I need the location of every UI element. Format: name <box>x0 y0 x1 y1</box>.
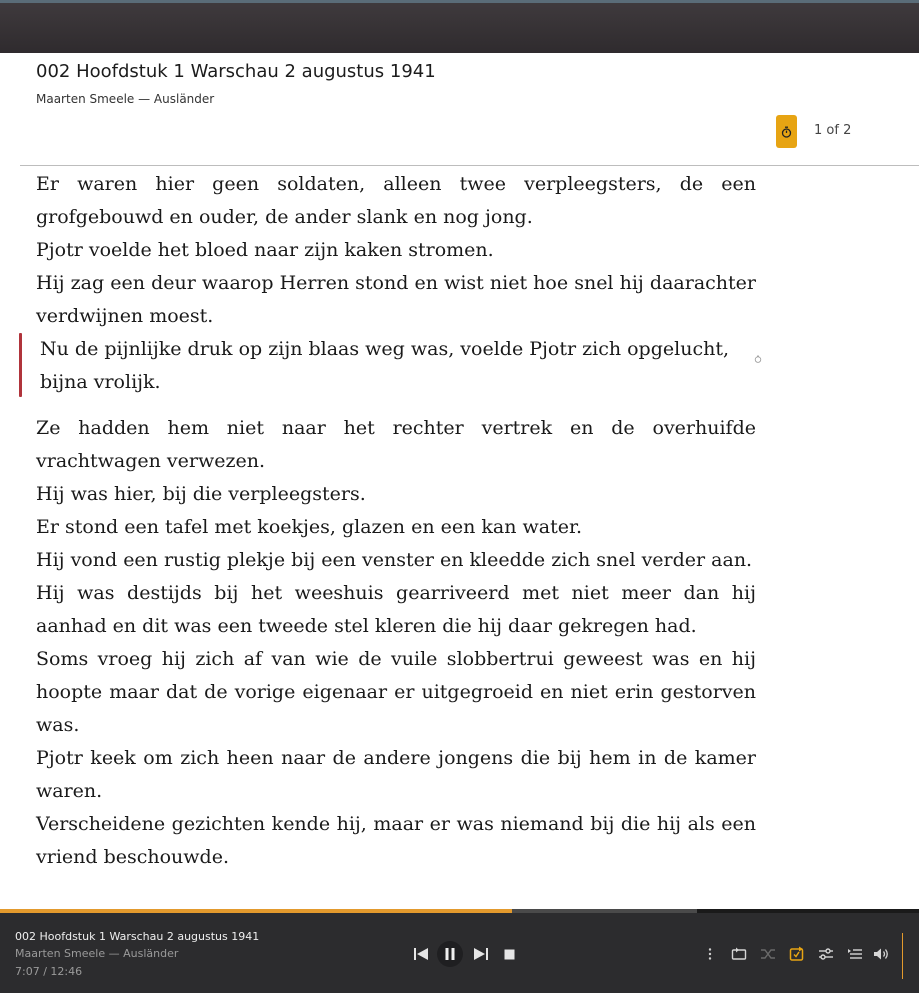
skip-previous-icon <box>414 948 428 960</box>
paragraph[interactable]: Pjotr keek om zich heen naar de andere j… <box>36 742 756 808</box>
player-track-subtitle: Maarten Smeele — Ausländer <box>15 947 179 960</box>
stop-icon <box>504 949 514 959</box>
repeat-button[interactable] <box>730 945 748 963</box>
equalizer-button[interactable] <box>817 945 835 963</box>
player-track-title: 002 Hoofdstuk 1 Warschau 2 augustus 1941 <box>15 930 260 943</box>
sync-icon <box>789 946 804 961</box>
volume-button[interactable] <box>872 945 890 963</box>
chapter-title: 002 Hoofdstuk 1 Warschau 2 augustus 1941 <box>36 61 436 82</box>
next-button[interactable] <box>471 945 491 963</box>
audio-player-bar: 002 Hoofdstuk 1 Warschau 2 augustus 1941… <box>0 909 919 993</box>
volume-level-indicator[interactable] <box>902 933 903 979</box>
equalizer-icon <box>819 948 833 960</box>
paragraph[interactable]: Hij was destijds bij het weeshuis gearri… <box>36 577 756 643</box>
stop-button[interactable] <box>500 945 518 963</box>
window-top-bar <box>0 0 919 53</box>
paragraph[interactable]: Er waren hier geen soldaten, alleen twee… <box>36 168 756 234</box>
paragraph[interactable]: Er stond een tafel met koekjes, glazen e… <box>36 511 756 544</box>
paragraph[interactable]: Soms vroeg hij zich af van wie de vuile … <box>36 643 756 742</box>
note-timer-icon[interactable] <box>754 355 762 363</box>
timer-button[interactable] <box>776 115 797 148</box>
pause-icon <box>445 948 455 960</box>
page-indicator: 1 of 2 <box>814 123 852 138</box>
paragraph-highlighted[interactable]: Nu de pijnlijke druk op zijn blaas weg w… <box>40 333 756 399</box>
sync-button[interactable] <box>788 945 806 963</box>
progress-track[interactable] <box>0 909 919 913</box>
timer-icon <box>781 126 792 138</box>
queue-icon <box>848 949 862 959</box>
previous-button[interactable] <box>411 945 431 963</box>
pause-button[interactable] <box>437 941 463 967</box>
more-icon <box>708 948 712 960</box>
paragraph[interactable]: Verscheidene gezichten kende hij, maar e… <box>36 808 756 874</box>
repeat-icon <box>731 947 747 960</box>
paragraph[interactable]: Hij vond een rustig plekje bij een venst… <box>36 544 756 577</box>
shuffle-icon <box>761 949 775 959</box>
skip-next-icon <box>474 948 488 960</box>
paragraph[interactable]: Hij zag een deur waarop Herren stond en … <box>36 267 756 333</box>
volume-icon <box>873 948 888 960</box>
chapter-subtitle: Maarten Smeele — Ausländer <box>36 92 215 106</box>
progress-fill <box>0 909 512 913</box>
more-options-button[interactable] <box>701 945 719 963</box>
paragraph[interactable]: Hij was hier, bij die verpleegsters. <box>36 478 756 511</box>
paragraph[interactable]: Pjotr voelde het bloed naar zijn kaken s… <box>36 234 756 267</box>
player-time: 7:07 / 12:46 <box>15 965 83 978</box>
reader-header: 002 Hoofdstuk 1 Warschau 2 augustus 1941… <box>0 53 919 165</box>
paragraph[interactable]: Ze hadden hem niet naar het rechter vert… <box>36 412 756 478</box>
highlighted-passage[interactable]: Nu de pijnlijke druk op zijn blaas weg w… <box>19 333 762 399</box>
highlight-marker <box>19 333 22 397</box>
header-divider <box>20 165 919 166</box>
queue-button[interactable] <box>846 945 864 963</box>
shuffle-button[interactable] <box>759 945 777 963</box>
reader-text: Er waren hier geen soldaten, alleen twee… <box>19 168 762 874</box>
